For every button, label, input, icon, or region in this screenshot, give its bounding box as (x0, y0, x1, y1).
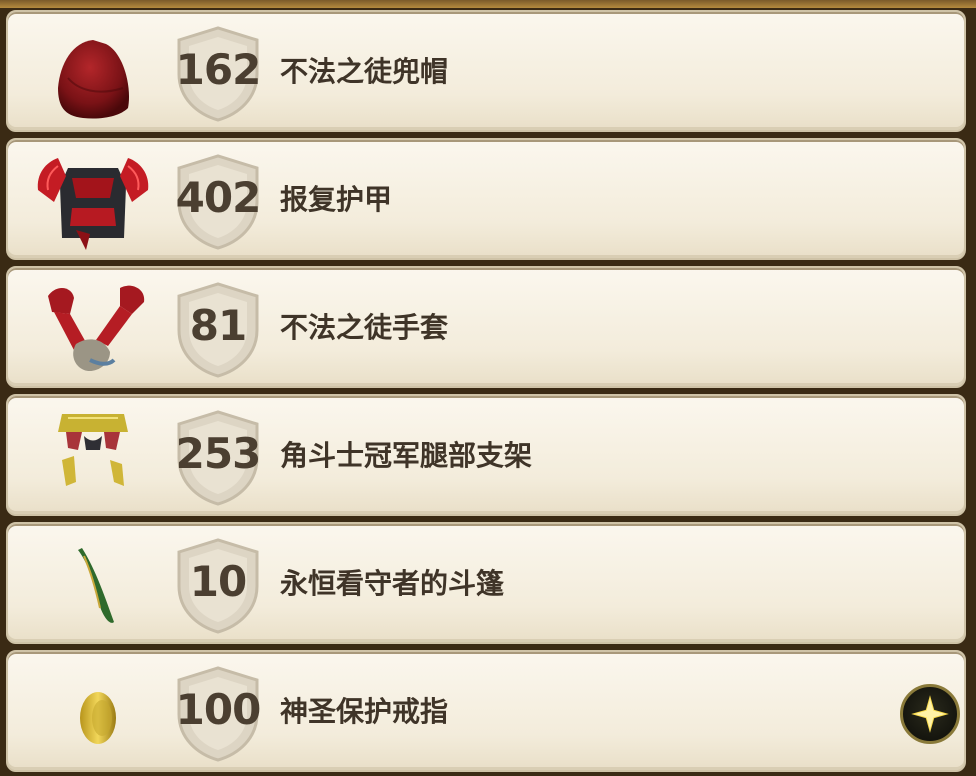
star-icon (911, 695, 949, 733)
item-score: 402 (175, 173, 262, 222)
red-armor-icon (37, 158, 149, 250)
list-item[interactable]: 253 角斗士冠军腿部支架 (6, 394, 966, 516)
green-cloak-icon (78, 548, 114, 623)
red-gloves-icon (48, 285, 145, 372)
item-score: 253 (175, 429, 262, 478)
list-item[interactable]: 100 神圣保护戒指 (6, 650, 966, 772)
gold-ring-icon (80, 692, 116, 744)
list-item[interactable]: 10 永恒看守者的斗篷 (6, 522, 966, 644)
item-name: 不法之徒手套 (280, 311, 449, 344)
item-name: 永恒看守者的斗篷 (280, 567, 505, 600)
list-item[interactable]: 402 报复护甲 (6, 138, 966, 260)
star-button[interactable] (900, 684, 960, 744)
item-score: 81 (189, 301, 247, 350)
list-item[interactable]: 81 不法之徒手套 (6, 266, 966, 388)
red-hood-icon (58, 40, 130, 119)
item-name: 角斗士冠军腿部支架 (280, 439, 533, 472)
item-name: 报复护甲 (280, 183, 393, 216)
gold-leg-armor-icon (58, 414, 128, 486)
item-score: 162 (175, 45, 262, 94)
item-name: 神圣保护戒指 (280, 695, 449, 728)
item-score: 100 (175, 685, 262, 734)
item-name: 不法之徒兜帽 (280, 55, 449, 88)
item-score: 10 (189, 557, 247, 606)
list-item[interactable]: 162 不法之徒兜帽 (6, 10, 966, 132)
top-border (0, 0, 976, 8)
